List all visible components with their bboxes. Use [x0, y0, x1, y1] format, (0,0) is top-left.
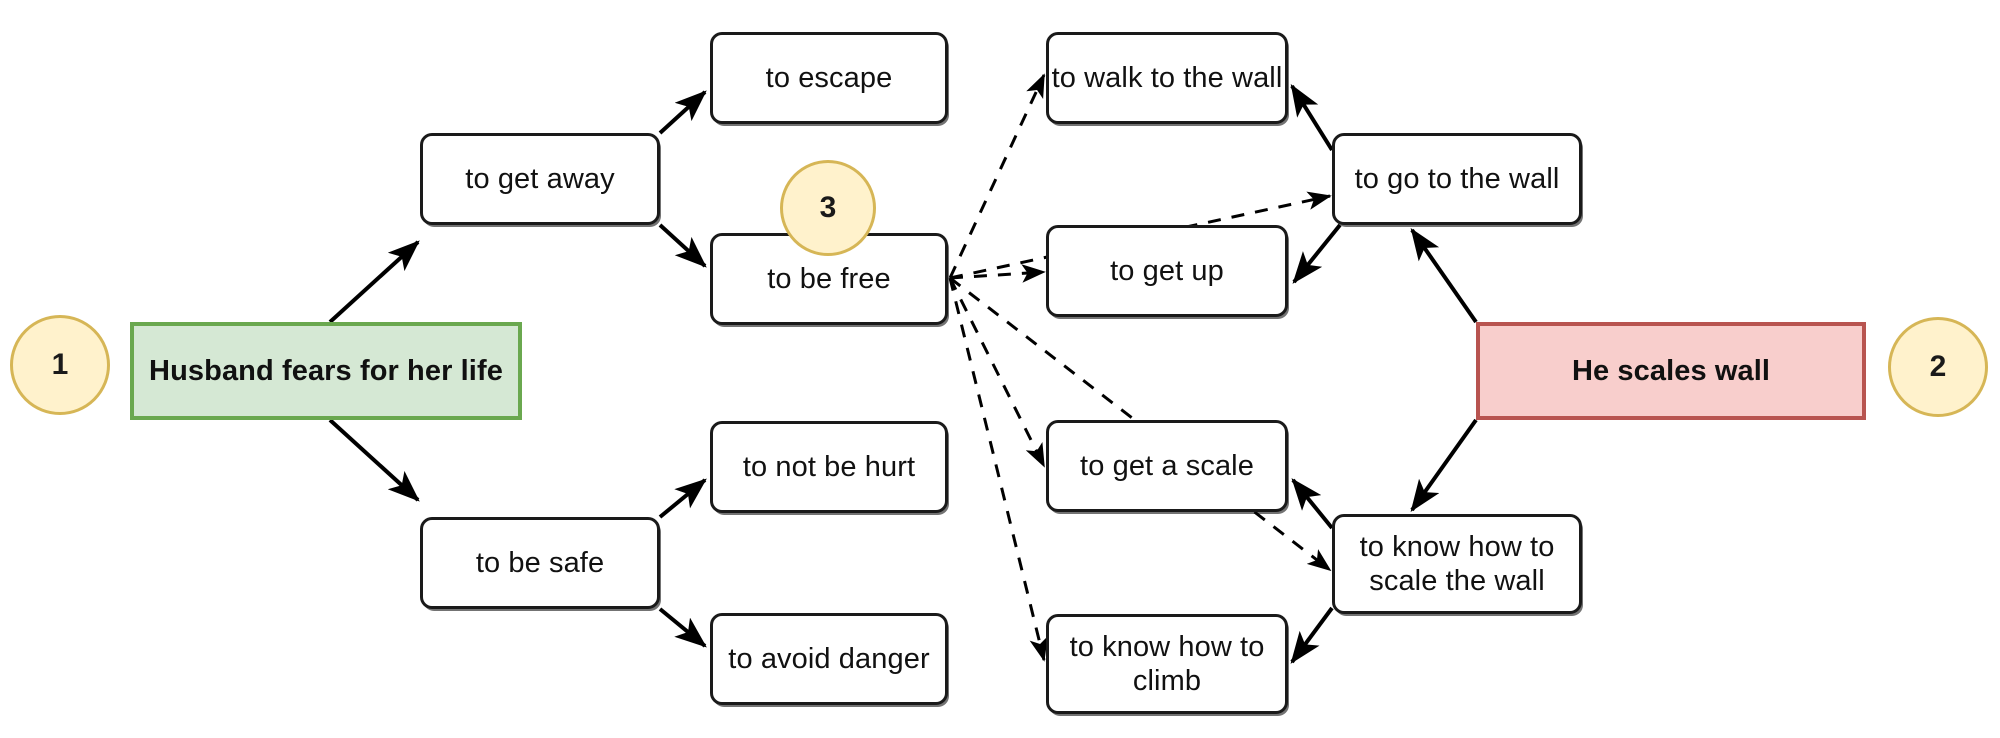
node-label: Husband fears for her life [149, 354, 503, 387]
node-to-go-to-wall[interactable]: to go to the wall [1332, 133, 1582, 225]
node-label: to avoid danger [728, 642, 930, 675]
edge-to-go-to-wall-to-to-get-up [1292, 223, 1342, 284]
edge-to-be-free-to-to-walk-to-wall [948, 73, 1046, 279]
node-to-know-scale-wall[interactable]: to know how to scale the wall [1332, 514, 1582, 614]
node-to-get-a-scale[interactable]: to get a scale [1046, 420, 1288, 512]
node-label: to not be hurt [742, 450, 916, 483]
node-label: He scales wall [1571, 354, 1771, 387]
node-label: to get a scale [1080, 449, 1254, 482]
edge-to-go-to-wall-to-to-walk-to-wall [1290, 83, 1334, 152]
step-badge-2[interactable]: 2 [1888, 317, 1988, 417]
edge-husband-fears-to-to-be-safe [328, 418, 420, 502]
edge-he-scales-wall-to-to-go-to-wall [1410, 228, 1478, 324]
edge-he-scales-wall-to-to-know-scale-wall [1410, 418, 1478, 512]
diagram-canvas: Husband fears for her life He scales wall… [0, 0, 2000, 738]
node-he-scales-wall[interactable]: He scales wall [1476, 322, 1866, 420]
edge-to-be-free-to-to-get-a-scale [948, 277, 1046, 468]
node-to-know-climb[interactable]: to know how to climb [1046, 614, 1288, 714]
edge-husband-fears-to-to-get-away [328, 240, 420, 324]
node-to-not-be-hurt[interactable]: to not be hurt [710, 421, 948, 513]
node-label: to be free [767, 262, 891, 295]
node-label: to go to the wall [1354, 162, 1560, 195]
badge-label: 3 [819, 191, 837, 224]
edge-to-get-away-to-to-escape [658, 90, 707, 135]
badge-label: 2 [1929, 350, 1947, 383]
node-label: to get up [1110, 254, 1224, 287]
step-badge-3[interactable]: 3 [780, 160, 876, 256]
edge-to-know-scale-wall-to-to-get-a-scale [1291, 478, 1334, 530]
edge-to-know-scale-wall-to-to-know-climb [1290, 606, 1334, 664]
badge-label: 1 [51, 348, 69, 381]
step-badge-1[interactable]: 1 [10, 315, 110, 415]
node-to-get-up[interactable]: to get up [1046, 225, 1288, 317]
node-label: to know how to scale the wall [1359, 530, 1555, 597]
edge-to-be-free-to-to-know-climb [948, 277, 1048, 662]
node-label: to be safe [475, 546, 605, 579]
node-to-get-away[interactable]: to get away [420, 133, 660, 225]
edge-to-be-safe-to-to-not-be-hurt [658, 478, 707, 519]
edge-to-be-safe-to-to-avoid-danger [658, 607, 707, 648]
node-label: to get away [465, 162, 615, 195]
edge-to-get-away-to-to-be-free [658, 223, 707, 268]
node-husband-fears[interactable]: Husband fears for her life [130, 322, 522, 420]
node-to-escape[interactable]: to escape [710, 32, 948, 124]
node-label: to know how to climb [1069, 630, 1265, 697]
node-to-avoid-danger[interactable]: to avoid danger [710, 613, 948, 705]
node-label: to escape [765, 61, 893, 94]
edge-to-be-free-to-to-get-up [949, 264, 1046, 283]
node-to-walk-to-wall[interactable]: to walk to the wall [1046, 32, 1288, 124]
node-label: to walk to the wall [1051, 61, 1283, 94]
node-to-be-safe[interactable]: to be safe [420, 517, 660, 609]
